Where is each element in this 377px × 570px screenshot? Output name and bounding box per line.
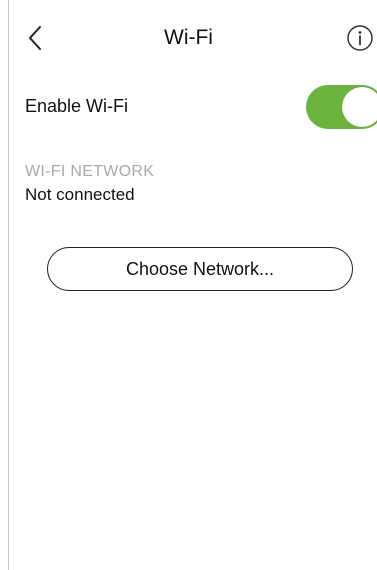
choose-network-button[interactable]: Choose Network...	[47, 247, 353, 291]
info-icon	[347, 25, 373, 51]
page-title: Wi-Fi	[164, 26, 213, 49]
enable-wifi-row: Enable Wi-Fi	[25, 85, 377, 129]
panel-edge	[8, 0, 9, 570]
wifi-settings-screen: Wi-Fi Enable Wi-Fi WI-FI NETWORK Not con…	[0, 0, 377, 570]
network-status: Not connected	[25, 185, 135, 204]
toggle-knob	[342, 87, 377, 127]
enable-wifi-toggle[interactable]	[306, 85, 377, 129]
header: Wi-Fi	[0, 18, 377, 62]
enable-wifi-label: Enable Wi-Fi	[25, 96, 129, 116]
network-section-heading: WI-FI NETWORK	[25, 163, 155, 180]
info-button[interactable]	[346, 24, 374, 52]
